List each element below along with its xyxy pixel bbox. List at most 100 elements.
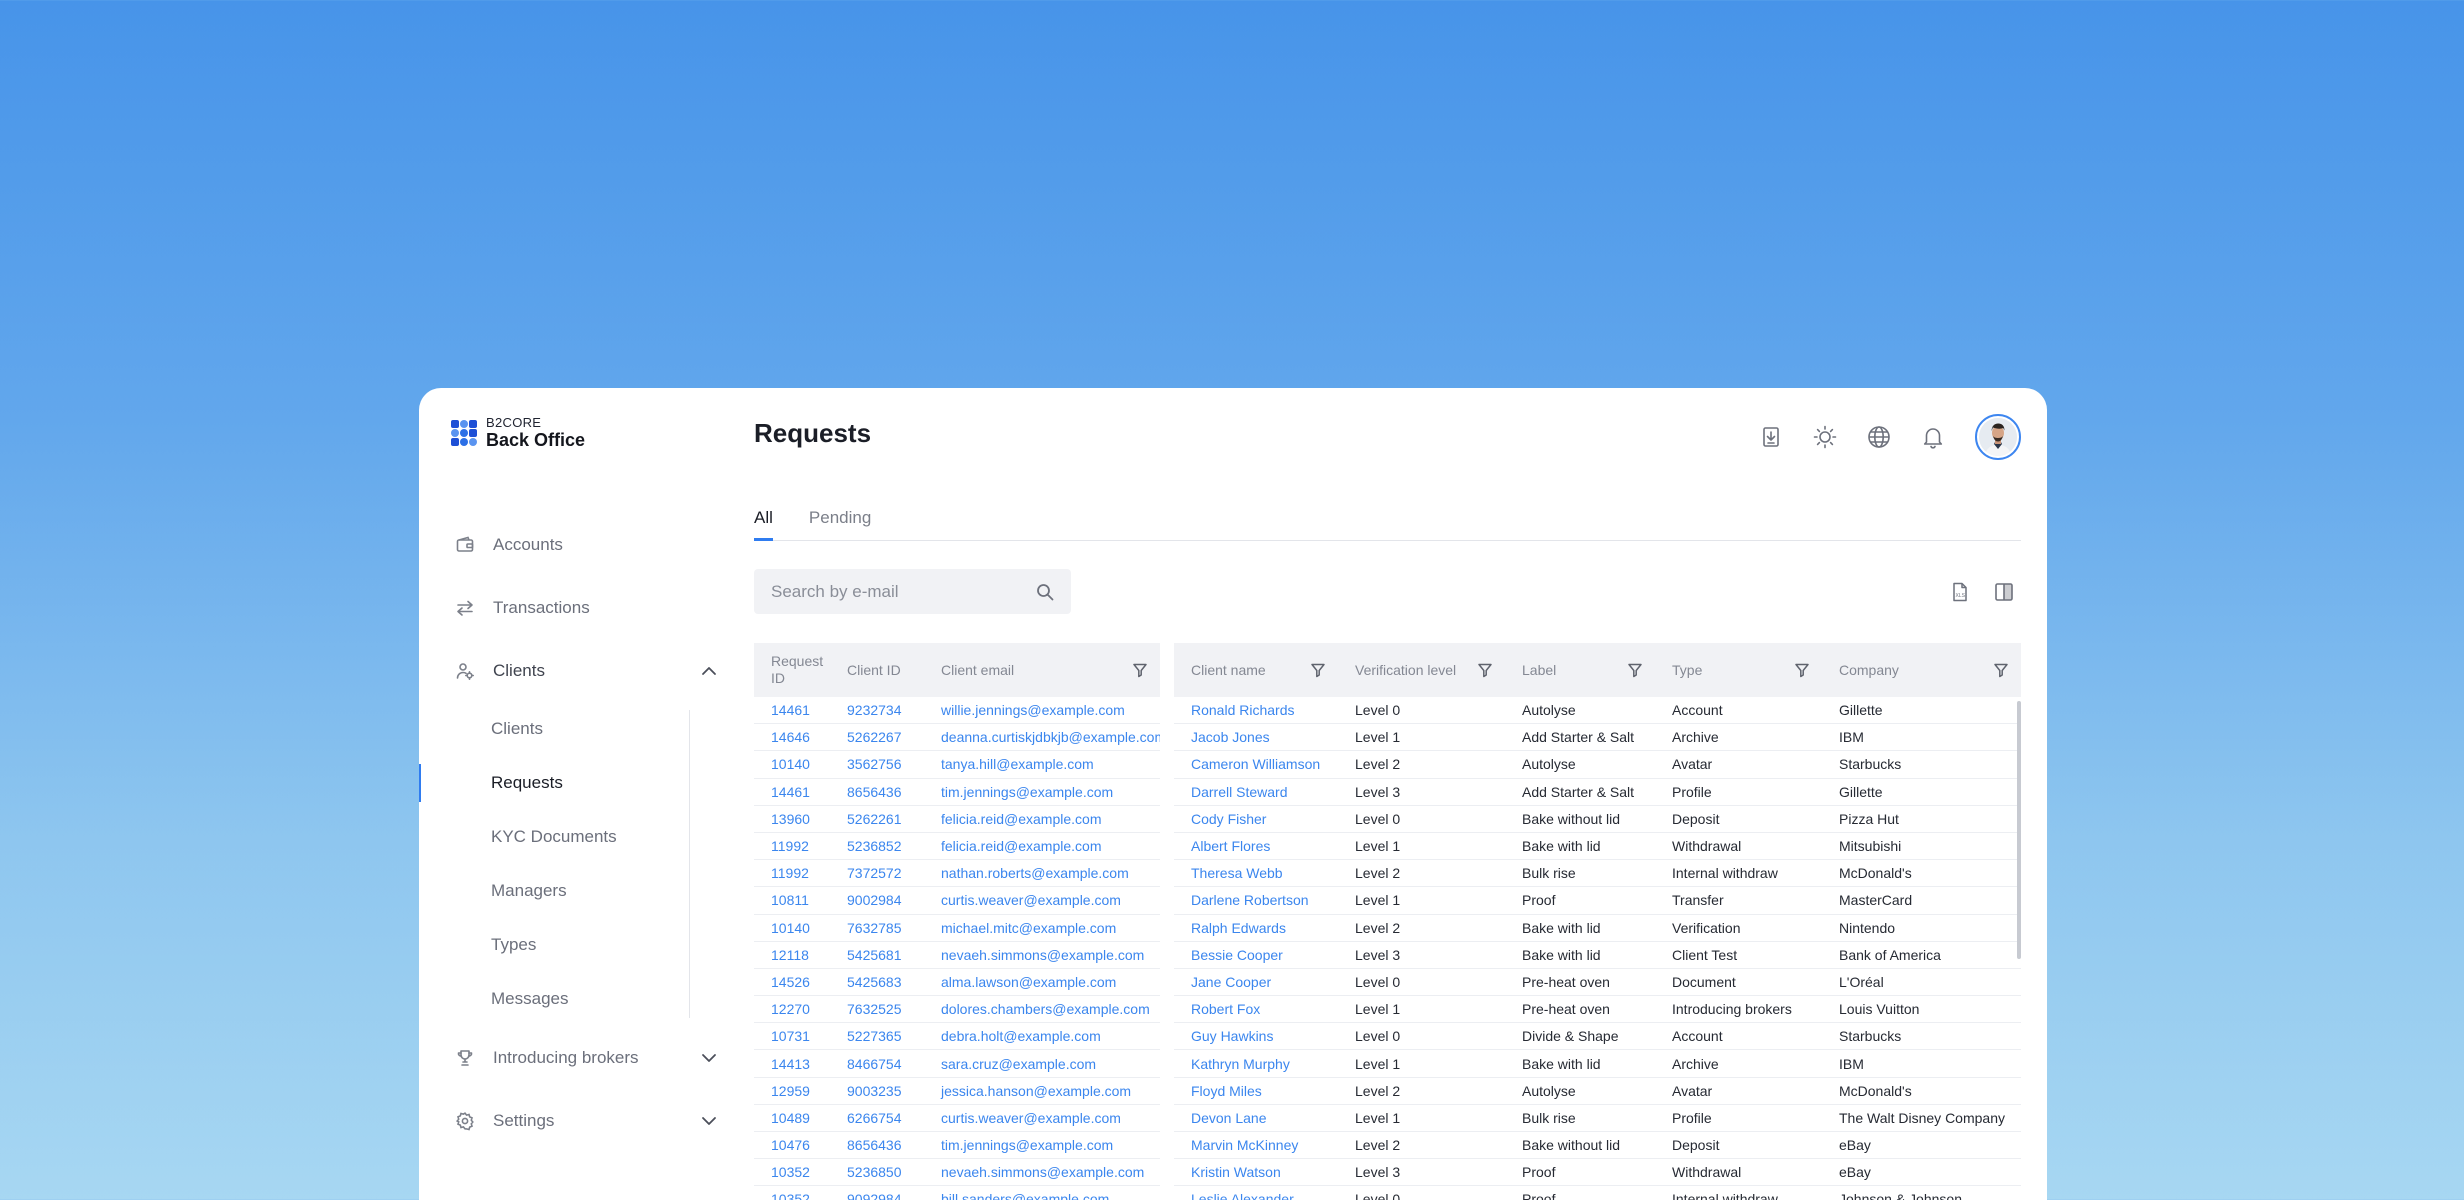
cell-request-id[interactable]: 10352 [754,1159,830,1187]
cell-client-email[interactable]: jessica.hanson@example.com [924,1078,1160,1105]
table-row[interactable]: 10489 6266754 curtis.weaver@example.com Dev… [754,1104,2021,1132]
table-row[interactable]: 13960 5262261 felicia.reid@example.com Cody… [754,805,2021,833]
brand-logo[interactable]: B2CORE Back Office [451,416,585,449]
table-row[interactable]: 10352 5236850 nevaeh.simmons@example.com Kr… [754,1159,2021,1187]
tab-all[interactable]: All [754,498,773,541]
cell-client-id[interactable]: 9002984 [830,887,924,915]
cell-request-id[interactable]: 14646 [754,724,830,752]
cell-request-id[interactable]: 12959 [754,1078,830,1105]
user-avatar[interactable] [1975,414,2021,460]
cell-client-email[interactable]: debra.holt@example.com [924,1023,1160,1051]
chevron-down-icon[interactable] [699,1048,719,1068]
sidebar-item-settings[interactable]: Settings [419,1089,719,1152]
sidebar-subitem-messages[interactable]: Messages [419,972,719,1026]
filter-icon[interactable] [1627,662,1643,678]
cell-client-email[interactable]: deanna.curtiskjdbkjb@example.com [924,724,1160,752]
cell-client-id[interactable]: 8656436 [830,1132,924,1160]
cell-request-id[interactable]: 14461 [754,697,830,725]
filter-icon[interactable] [1993,662,2009,678]
cell-client-name[interactable]: Ralph Edwards [1174,915,1338,942]
table-row[interactable]: 12118 5425681 nevaeh.simmons@example.com Be… [754,941,2021,969]
cell-client-name[interactable]: Darrell Steward [1174,779,1338,806]
cell-client-name[interactable]: Kristin Watson [1174,1159,1338,1187]
cell-request-id[interactable]: 10489 [754,1105,830,1132]
cell-client-name[interactable]: Leslie Alexander [1174,1186,1338,1200]
cell-client-id[interactable]: 5236850 [830,1159,924,1187]
cell-client-id[interactable]: 7632525 [830,996,924,1024]
cell-client-email[interactable]: tim.jennings@example.com [924,779,1160,806]
cell-client-email[interactable]: sara.cruz@example.com [924,1050,1160,1078]
filter-icon[interactable] [1477,662,1493,678]
columns-icon[interactable] [1993,581,2015,603]
cell-client-id[interactable]: 5227365 [830,1023,924,1051]
filter-icon[interactable] [1310,662,1326,678]
search-icon[interactable] [1035,582,1055,602]
table-row[interactable]: 10476 8656436 tim.jennings@example.com Marv… [754,1132,2021,1160]
cell-request-id[interactable]: 14461 [754,779,830,806]
cell-client-email[interactable]: nevaeh.simmons@example.com [924,1159,1160,1187]
cell-client-email[interactable]: nevaeh.simmons@example.com [924,942,1160,969]
column-header-client-id[interactable]: Client ID [830,643,924,697]
cell-request-id[interactable]: 10731 [754,1023,830,1051]
cell-client-name[interactable]: Devon Lane [1174,1105,1338,1132]
table-row[interactable]: 10140 7632785 michael.mitc@example.com Ralp… [754,914,2021,942]
cell-request-id[interactable]: 14413 [754,1050,830,1078]
table-row[interactable]: 14646 5262267 deanna.curtiskjdbkjb@example… [754,724,2021,752]
filter-icon[interactable] [1794,662,1810,678]
cell-client-email[interactable]: nathan.roberts@example.com [924,860,1160,888]
cell-request-id[interactable]: 10140 [754,751,830,779]
bell-icon[interactable] [1919,423,1947,451]
cell-client-id[interactable]: 7372572 [830,860,924,888]
cell-request-id[interactable]: 11992 [754,860,830,888]
cell-client-name[interactable]: Albert Flores [1174,833,1338,861]
cell-client-email[interactable]: bill.sanders@example.com [924,1186,1160,1200]
sidebar-item-transactions[interactable]: Transactions [419,576,719,639]
cell-client-email[interactable]: michael.mitc@example.com [924,915,1160,942]
cell-client-id[interactable]: 5262261 [830,806,924,833]
sidebar-subitem-clients[interactable]: Clients [419,702,719,756]
search-input[interactable] [771,581,1035,602]
chevron-down-icon[interactable] [699,1111,719,1131]
cell-client-id[interactable]: 9092984 [830,1186,924,1200]
cell-client-name[interactable]: Bessie Cooper [1174,942,1338,969]
cell-request-id[interactable]: 10140 [754,915,830,942]
table-row[interactable]: 14461 8656436 tim.jennings@example.com Darr… [754,778,2021,806]
cell-request-id[interactable]: 12270 [754,996,830,1024]
column-header-verification-level[interactable]: Verification level [1338,643,1505,697]
column-header-company[interactable]: Company [1822,643,2021,697]
cell-client-id[interactable]: 5425683 [830,969,924,997]
cell-request-id[interactable]: 10352 [754,1186,830,1200]
cell-client-id[interactable]: 5236852 [830,833,924,861]
cell-client-id[interactable]: 8466754 [830,1050,924,1078]
globe-icon[interactable] [1865,423,1893,451]
cell-client-name[interactable]: Darlene Robertson [1174,887,1338,915]
table-scrollbar[interactable] [2017,701,2021,959]
cell-client-name[interactable]: Jane Cooper [1174,969,1338,997]
table-row[interactable]: 10731 5227365 debra.holt@example.com Guy Ha… [754,1023,2021,1051]
sidebar-item-clients[interactable]: Clients [419,639,719,702]
cell-client-email[interactable]: curtis.weaver@example.com [924,1105,1160,1132]
cell-client-id[interactable]: 7632785 [830,915,924,942]
cell-client-email[interactable]: alma.lawson@example.com [924,969,1160,997]
cell-client-id[interactable]: 5425681 [830,942,924,969]
cell-request-id[interactable]: 13960 [754,806,830,833]
cell-client-id[interactable]: 9232734 [830,697,924,725]
cell-client-name[interactable]: Floyd Miles [1174,1078,1338,1105]
table-row[interactable]: 12270 7632525 dolores.chambers@example.com… [754,996,2021,1024]
cell-client-email[interactable]: willie.jennings@example.com [924,697,1160,725]
table-row[interactable]: 14413 8466754 sara.cruz@example.com Kathryn… [754,1050,2021,1078]
cell-client-email[interactable]: curtis.weaver@example.com [924,887,1160,915]
sidebar-item-introducing-brokers[interactable]: Introducing brokers [419,1026,719,1089]
download-icon[interactable] [1757,423,1785,451]
sidebar-subitem-kyc-documents[interactable]: KYC Documents [419,810,719,864]
cell-client-name[interactable]: Theresa Webb [1174,860,1338,888]
sidebar-item-accounts[interactable]: Accounts [419,513,719,576]
cell-request-id[interactable]: 10811 [754,887,830,915]
table-row[interactable]: 10811 9002984 curtis.weaver@example.com Dar… [754,887,2021,915]
table-row[interactable]: 14526 5425683 alma.lawson@example.com Jane … [754,968,2021,997]
cell-client-email[interactable]: dolores.chambers@example.com [924,996,1160,1024]
cell-client-name[interactable]: Cody Fisher [1174,806,1338,833]
table-row[interactable]: 11992 5236852 felicia.reid@example.com Albe… [754,832,2021,861]
cell-client-id[interactable]: 3562756 [830,751,924,779]
sidebar-subitem-requests[interactable]: Requests [419,756,719,810]
